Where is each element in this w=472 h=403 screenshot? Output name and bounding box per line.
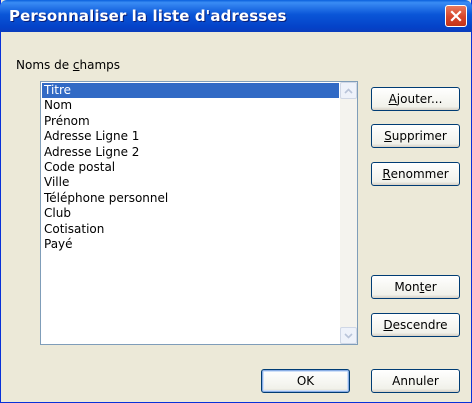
ok-button[interactable]: OK (261, 369, 350, 393)
list-item[interactable]: Club (42, 206, 339, 221)
list-item[interactable]: Téléphone personnel (42, 191, 339, 206)
delete-label-accel: S (384, 129, 392, 143)
rename-label-accel: R (382, 167, 391, 181)
group-label-post: hamps (79, 58, 121, 72)
list-item[interactable]: Titre (42, 83, 339, 99)
chevron-up-icon (344, 87, 353, 94)
list-item[interactable]: Adresse Ligne 1 (42, 129, 339, 144)
list-item[interactable]: Payé (42, 237, 339, 252)
window-title: Personnaliser la liste d'adresses (9, 7, 287, 25)
list-item[interactable]: Nom (42, 98, 339, 113)
list-item[interactable]: Ville (42, 175, 339, 190)
group-label-pre: Noms de (16, 58, 73, 72)
list-item[interactable]: Code postal (42, 160, 339, 175)
up-label-post: er (424, 280, 437, 294)
down-label-post: escendre (392, 318, 448, 332)
add-button[interactable]: Ajouter... (371, 87, 460, 111)
move-up-button[interactable]: Mon t er (371, 275, 460, 299)
delete-button[interactable]: Supprimer (371, 124, 460, 148)
up-label-accel: t (419, 280, 425, 294)
scroll-up-button[interactable] (340, 82, 357, 99)
close-icon (450, 10, 462, 22)
field-names-list[interactable]: Titre Nom Prénom Adresse Ligne 1 Adresse Lig… (40, 81, 358, 345)
close-button[interactable] (445, 5, 467, 27)
cancel-button[interactable]: Annuler (371, 369, 460, 393)
scroll-down-button[interactable] (340, 327, 357, 344)
rename-label-post: enommer (390, 167, 449, 181)
title-bar[interactable]: Personnaliser la liste d'adresses (0, 0, 472, 32)
chevron-down-icon (344, 332, 353, 339)
list-scrollbar[interactable] (340, 82, 357, 344)
list-item[interactable]: Cotisation (42, 222, 339, 237)
add-label-post: jouter... (396, 92, 443, 106)
down-label-accel: D (383, 318, 393, 332)
delete-label-post: upprimer (391, 129, 447, 143)
group-label-accel: c (72, 58, 80, 72)
add-label-accel: A (388, 92, 397, 106)
dialog-window: Personnaliser la liste d'adresses Noms d… (0, 0, 472, 403)
up-label-pre: Mon (394, 280, 420, 294)
fields-group-label: Noms de champs (16, 58, 120, 72)
rename-button[interactable]: Renommer (371, 162, 460, 186)
field-list-items: Titre Nom Prénom Adresse Ligne 1 Adresse Lig… (42, 83, 339, 252)
list-item[interactable]: Adresse Ligne 2 (42, 145, 339, 160)
move-down-button[interactable]: Descendre (371, 313, 460, 337)
list-item[interactable]: Prénom (42, 114, 339, 129)
